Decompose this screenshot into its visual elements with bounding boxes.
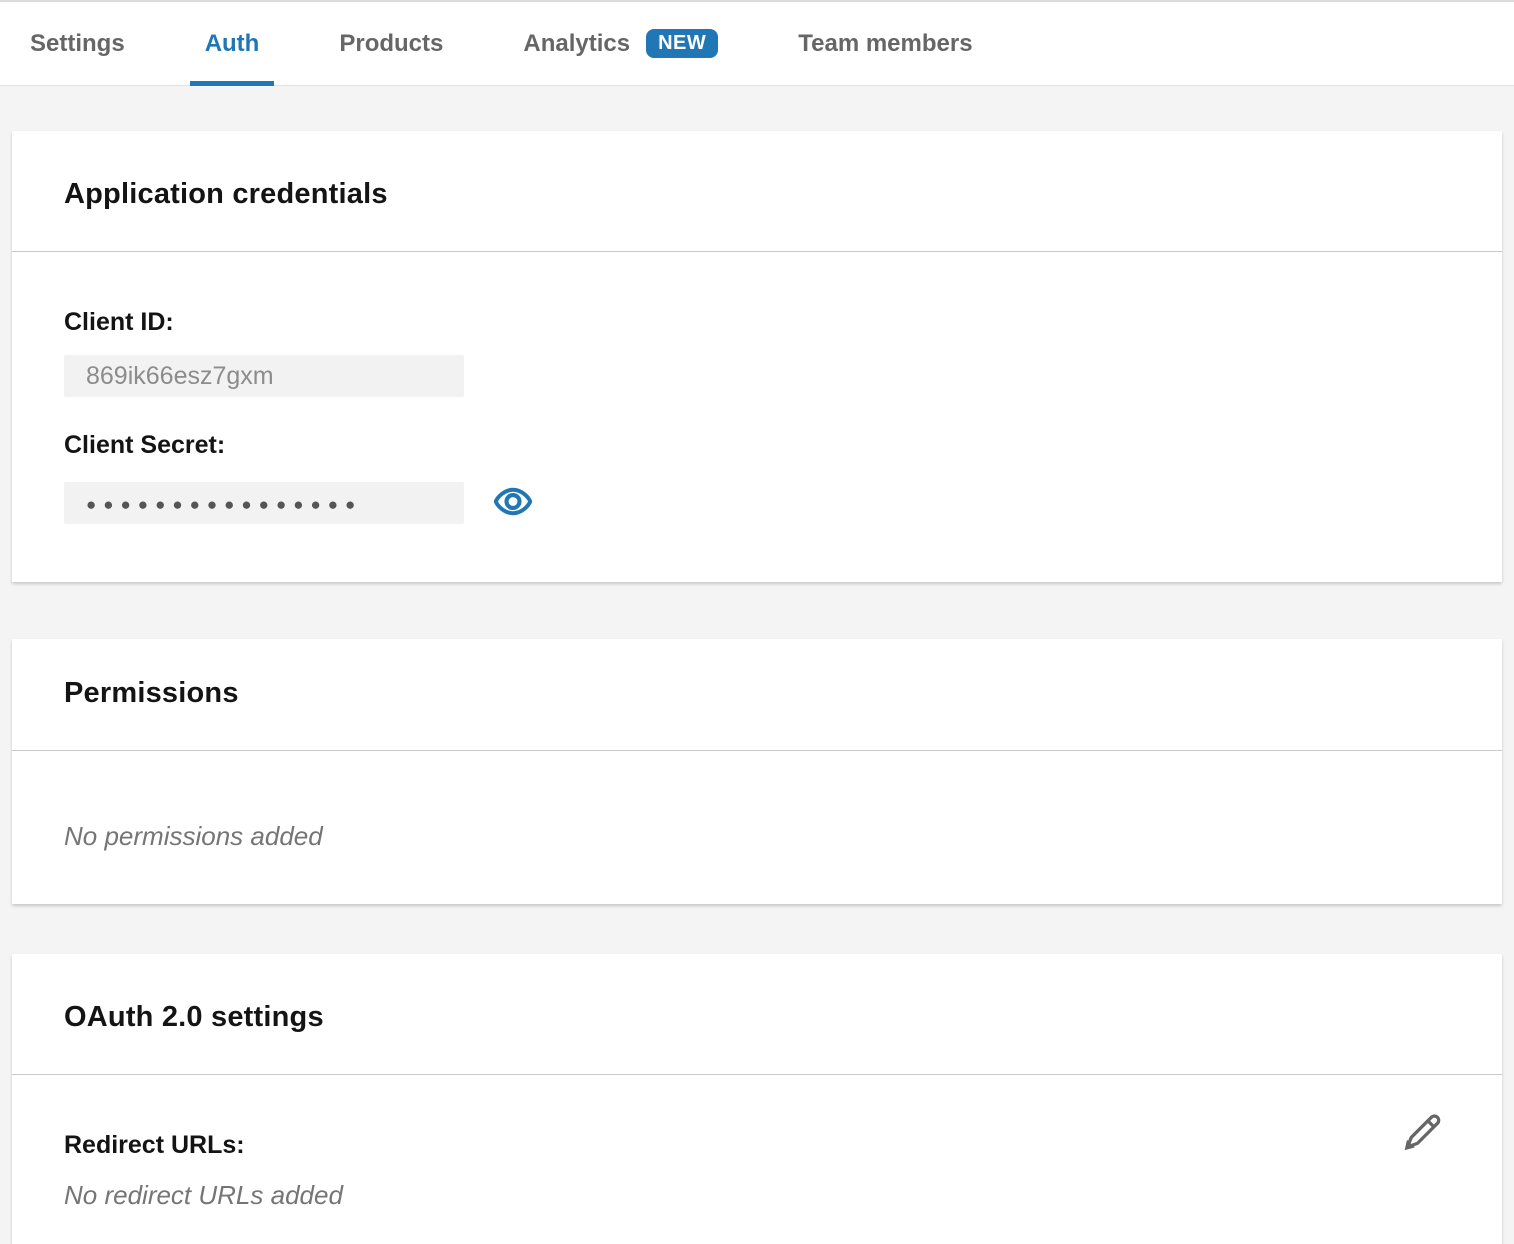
client-secret-row: ●●●●●●●●●●●●●●●●: [64, 482, 1450, 524]
tab-products[interactable]: Products: [324, 2, 458, 85]
tab-analytics[interactable]: Analytics NEW: [508, 2, 733, 85]
credentials-body: Client ID: 869ik66esz7gxm Client Secret:…: [12, 252, 1502, 582]
permissions-card: Permissions No permissions added: [12, 639, 1502, 904]
tab-auth[interactable]: Auth: [190, 2, 275, 85]
application-credentials-card: Application credentials Client ID: 869ik…: [12, 131, 1502, 582]
tab-analytics-label: Analytics: [523, 30, 630, 58]
client-id-value: 869ik66esz7gxm: [86, 362, 274, 391]
client-secret-label: Client Secret:: [64, 431, 1450, 460]
client-secret-masked-value: ●●●●●●●●●●●●●●●●: [86, 494, 362, 513]
tab-bar: Settings Auth Products Analytics NEW Tea…: [0, 0, 1514, 86]
tab-settings[interactable]: Settings: [15, 2, 140, 85]
tab-team-members[interactable]: Team members: [783, 2, 987, 85]
tab-auth-label: Auth: [205, 30, 260, 58]
permissions-empty-text: No permissions added: [64, 821, 1450, 852]
permissions-body: No permissions added: [12, 751, 1502, 904]
page-content: Application credentials Client ID: 869ik…: [0, 86, 1514, 1244]
card-header: Application credentials: [12, 131, 1502, 252]
client-secret-field[interactable]: ●●●●●●●●●●●●●●●●: [64, 482, 464, 524]
card-title-oauth-settings: OAuth 2.0 settings: [64, 1001, 1450, 1034]
eye-icon: [494, 487, 532, 519]
tab-team-members-label: Team members: [798, 30, 972, 58]
card-header: Permissions: [12, 639, 1502, 751]
client-id-field[interactable]: 869ik66esz7gxm: [64, 355, 464, 397]
oauth-body: Redirect URLs: No redirect URLs added: [12, 1075, 1502, 1244]
new-badge: NEW: [646, 29, 718, 58]
card-title-application-credentials: Application credentials: [64, 178, 1450, 211]
client-id-label: Client ID:: [64, 308, 1450, 337]
redirect-urls-empty-text: No redirect URLs added: [64, 1180, 1450, 1211]
card-title-permissions: Permissions: [64, 677, 1450, 710]
pencil-icon: [1400, 1143, 1444, 1158]
reveal-secret-button[interactable]: [494, 487, 532, 519]
redirect-urls-label: Redirect URLs:: [64, 1131, 1450, 1160]
oauth-settings-card: OAuth 2.0 settings Redirect URLs: No red…: [12, 954, 1502, 1244]
tab-products-label: Products: [339, 30, 443, 58]
card-header: OAuth 2.0 settings: [12, 954, 1502, 1075]
tab-settings-label: Settings: [30, 30, 125, 58]
edit-redirect-urls-button[interactable]: [1400, 1109, 1444, 1158]
